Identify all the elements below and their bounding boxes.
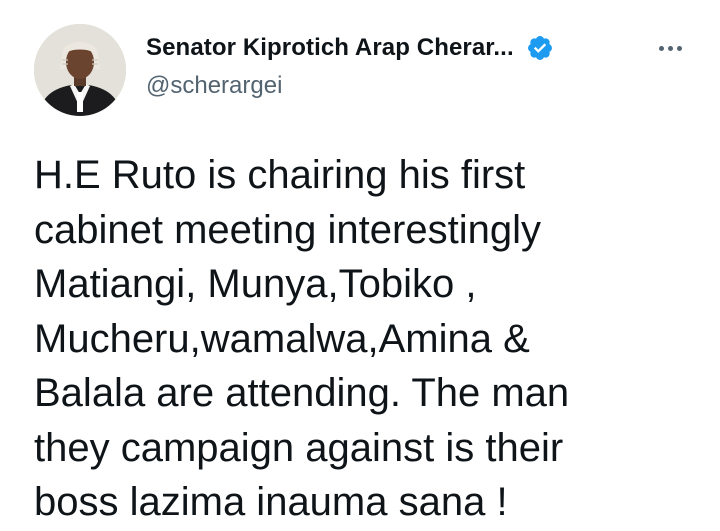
more-horizontal-icon [658, 45, 664, 51]
tweet-text-line: they campaign against is their [34, 425, 564, 470]
tweet-text-line: Mucheru,wamalwa,Amina & [34, 316, 530, 361]
profile-photo [34, 24, 126, 116]
author-handle[interactable]: @scherargei [146, 72, 282, 100]
more-horizontal-icon [676, 45, 682, 51]
author-name-row[interactable]: Senator Kiprotich Arap Cherar... [146, 32, 554, 64]
author-display-name[interactable]: Senator Kiprotich Arap Cherar... [146, 34, 514, 62]
more-horizontal-icon [667, 45, 673, 51]
tweet-text-line: boss lazima inauma sana ! [34, 480, 508, 524]
tweet-text: H.E Ruto is chairing his first cabinet m… [34, 148, 704, 530]
tweet-text-line: Matiangi, Munya,Tobiko , [34, 262, 477, 306]
tweet-text-line: Balala are attending. The man [34, 371, 570, 415]
more-options-button[interactable] [650, 34, 690, 62]
tweet-text-line: cabinet meeting interestingly [34, 207, 541, 252]
verified-badge-icon [527, 36, 552, 60]
avatar[interactable] [34, 24, 126, 116]
tweet-text-line: H.E Ruto is chairing his first [34, 153, 526, 197]
